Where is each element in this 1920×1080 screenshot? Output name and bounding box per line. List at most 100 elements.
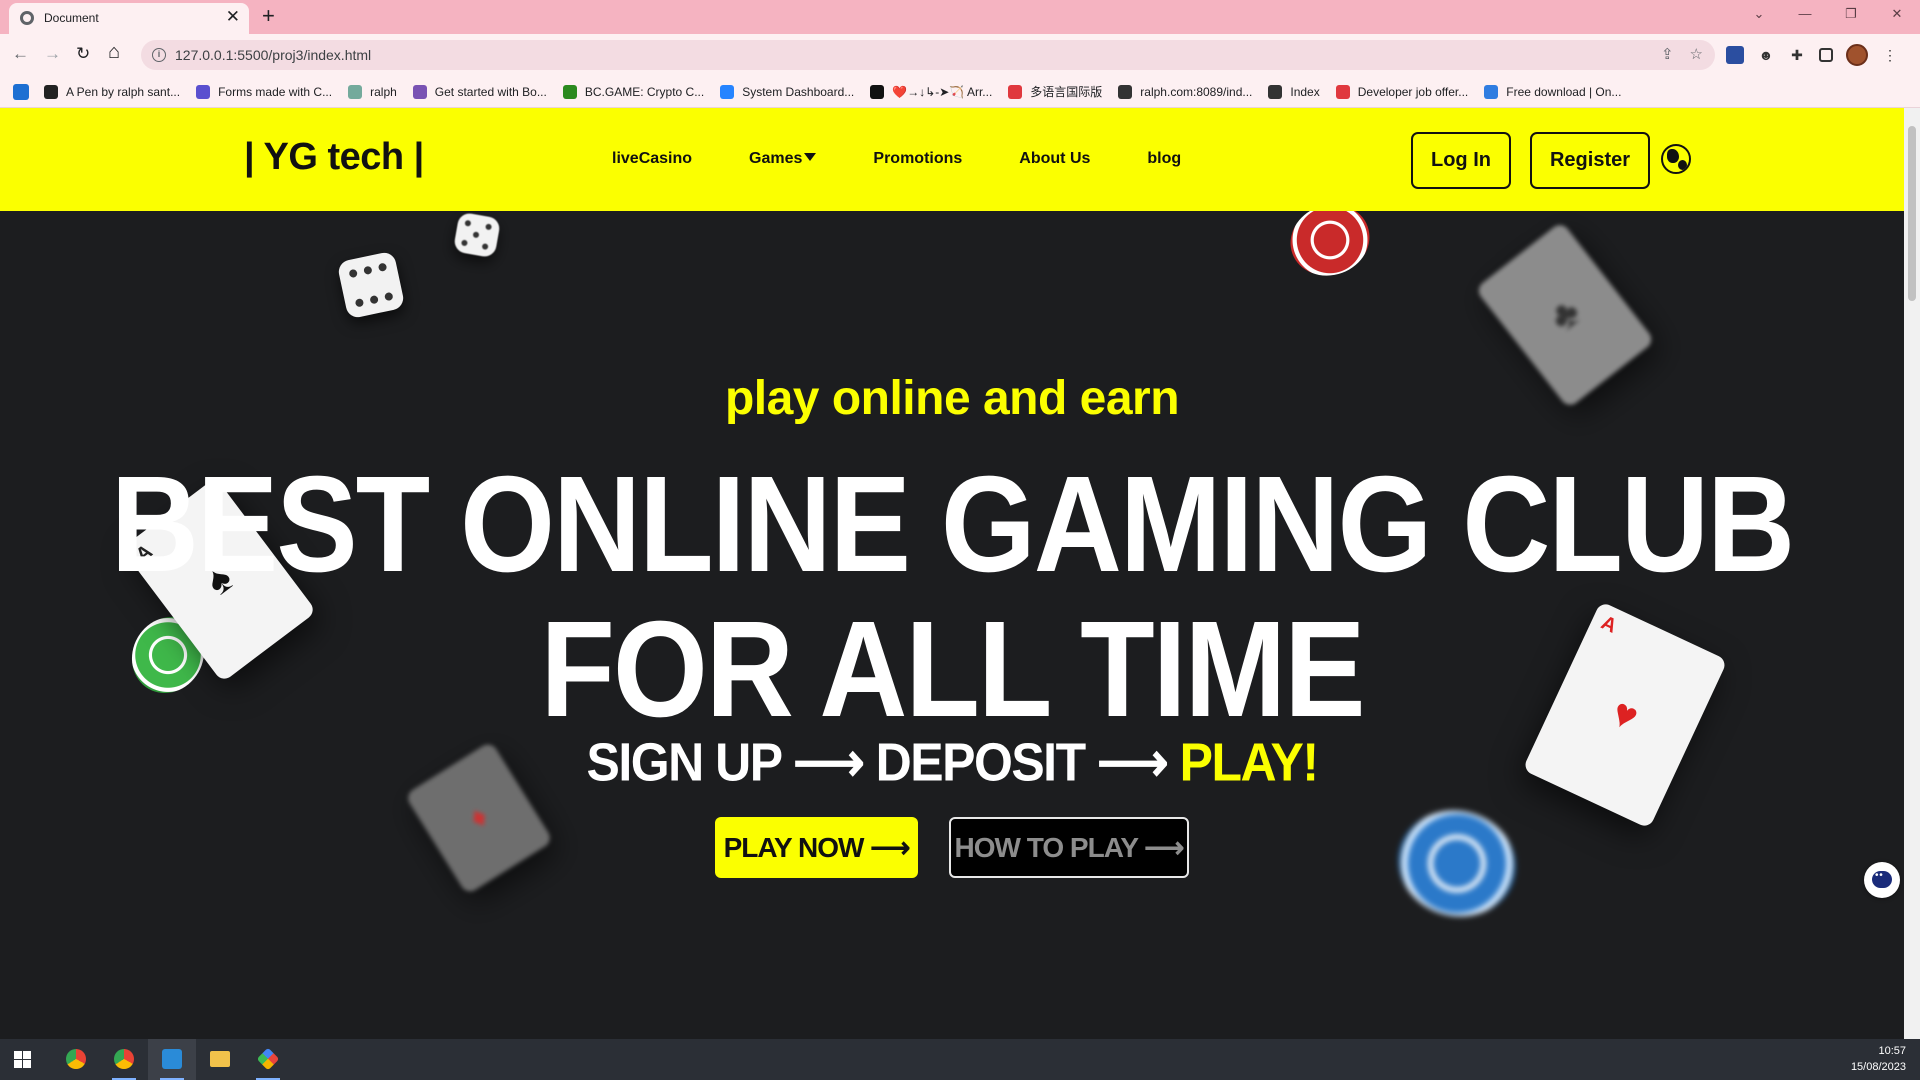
club-icon: ♣ <box>1541 289 1589 341</box>
bookmark-favicon-icon <box>348 84 363 99</box>
nav-games-label: Games <box>749 150 803 167</box>
steps-text: SIGN UP ⟶ DEPOSIT ⟶ <box>586 731 1180 793</box>
bookmark-item[interactable]: ralph <box>348 83 397 100</box>
taskbar-chrome-app[interactable] <box>52 1039 100 1080</box>
bookmark-favicon-icon <box>1008 84 1023 99</box>
chat-widget-button[interactable] <box>1864 862 1900 898</box>
blue-chip-decoration <box>1386 797 1528 930</box>
dice-decoration <box>452 211 502 259</box>
system-clock[interactable]: 10:57 15/08/2023 <box>1851 1043 1906 1075</box>
bookmark-item[interactable]: Get started with Bo... <box>412 83 547 100</box>
bookmark-favicon-icon <box>1484 84 1499 99</box>
taskbar-vscode-app[interactable] <box>148 1039 196 1080</box>
browser-toolbar: ← → ↻ ⌂ i 127.0.0.1:5500/proj3/index.htm… <box>0 34 1920 76</box>
play-now-button[interactable]: PLAY NOW ⟶ <box>715 817 918 878</box>
bookmark-label: Forms made with C... <box>218 84 333 99</box>
globe-icon[interactable] <box>1661 144 1691 174</box>
bookmark-favicon-icon <box>196 84 211 99</box>
side-panel-icon[interactable] <box>1819 48 1833 62</box>
close-window-button[interactable]: ✕ <box>1874 0 1920 30</box>
hero-headline-line-2: FOR ALL TIME <box>540 592 1365 746</box>
hero-headline-line-1: BEST ONLINE GAMING CLUB <box>110 447 1795 601</box>
forward-button[interactable]: → <box>44 44 61 64</box>
bookmark-label: ralph.com:8089/ind... <box>1140 84 1253 99</box>
nav-promotions[interactable]: Promotions <box>873 150 962 168</box>
minimize-button[interactable]: — <box>1782 0 1828 30</box>
back-button[interactable]: ← <box>12 44 29 64</box>
url-text[interactable]: 127.0.0.1:5500/proj3/index.html <box>175 47 371 63</box>
globe-icon <box>20 11 34 25</box>
caret-down-icon <box>804 153 817 161</box>
nav-live-casino[interactable]: liveCasino <box>612 150 692 168</box>
bookmark-item[interactable]: BC.GAME: Crypto C... <box>562 83 705 100</box>
alien-extension-icon[interactable]: ☻ <box>1757 46 1775 64</box>
bookmark-item[interactable]: ralph.com:8089/ind... <box>1118 83 1252 100</box>
reload-button[interactable]: ↻ <box>76 44 90 64</box>
profile-avatar[interactable] <box>1846 44 1868 66</box>
bookmark-item[interactable]: ❤️→↓↳-➤🏹 Arr... <box>870 83 992 100</box>
nav-games[interactable]: Games <box>749 150 817 168</box>
bookmark-item[interactable]: Forms made with C... <box>196 83 332 100</box>
bookmark-item[interactable]: System Dashboard... <box>720 83 854 100</box>
site-logo[interactable]: | YG tech | <box>244 136 424 179</box>
how-to-play-button[interactable]: HOW TO PLAY ⟶ <box>949 817 1189 878</box>
bookmark-item[interactable]: Developer job offer... <box>1335 83 1469 100</box>
trello-icon[interactable] <box>13 84 29 100</box>
bookmark-label: Free download | On... <box>1506 84 1622 99</box>
chrome-icon <box>66 1049 86 1069</box>
bookmark-favicon-icon <box>562 84 577 99</box>
register-button[interactable]: Register <box>1530 132 1650 189</box>
extension-icon[interactable] <box>1726 46 1744 64</box>
hero-steps: SIGN UP ⟶ DEPOSIT ⟶ PLAY! <box>0 731 1904 794</box>
bookmark-favicon-icon <box>1118 84 1133 99</box>
tab-title: Document <box>44 11 99 25</box>
bookmark-item[interactable]: Index <box>1268 83 1320 100</box>
windows-start-icon[interactable] <box>14 1051 31 1068</box>
tab-search-button[interactable]: ⌄ <box>1736 0 1782 30</box>
browser-tab[interactable]: Document ✕ <box>9 3 249 34</box>
chrome-icon <box>114 1049 134 1069</box>
hero-tagline: play online and earn <box>724 372 1180 425</box>
clock-date: 15/08/2023 <box>1850 1061 1906 1073</box>
bookmark-label: 多语言国际版 <box>1030 85 1103 99</box>
bookmark-favicon-icon <box>720 84 735 99</box>
bookmark-item[interactable]: Free download | On... <box>1484 83 1621 100</box>
site-info-icon[interactable]: i <box>152 48 166 62</box>
restore-button[interactable]: ❐ <box>1828 0 1874 30</box>
bookmarks-bar: A Pen by ralph sant... Forms made with C.… <box>0 76 1920 108</box>
bookmark-label: BC.GAME: Crypto C... <box>584 84 705 99</box>
taskbar-chrome-app-2[interactable] <box>100 1039 148 1080</box>
git-icon <box>256 1047 280 1071</box>
nav-about-us[interactable]: About Us <box>1019 150 1090 168</box>
puzzle-icon[interactable]: ✚ <box>1788 46 1806 64</box>
share-icon[interactable]: ⇪ <box>1661 45 1674 63</box>
close-tab-icon[interactable]: ✕ <box>226 8 240 26</box>
new-tab-button[interactable]: + <box>262 4 275 28</box>
nav-blog[interactable]: blog <box>1147 150 1181 168</box>
taskbar-git-app[interactable] <box>244 1039 292 1080</box>
main-nav: liveCasino Games Promotions About Us blo… <box>612 150 1181 168</box>
bookmark-label: Index <box>1290 84 1320 99</box>
bookmark-star-icon[interactable]: ☆ <box>1690 45 1703 63</box>
address-bar[interactable]: i 127.0.0.1:5500/proj3/index.html ⇪ ☆ <box>141 40 1715 70</box>
taskbar-file-explorer-app[interactable] <box>196 1039 244 1080</box>
site-header: | YG tech | liveCasino Games Promotions … <box>0 108 1904 211</box>
vscode-icon <box>162 1049 182 1069</box>
menu-kebab-icon[interactable]: ⋮ <box>1881 46 1899 64</box>
bookmark-list: A Pen by ralph sant... Forms made with C.… <box>44 83 1621 100</box>
bookmark-favicon-icon <box>870 84 885 99</box>
bookmark-favicon-icon <box>1268 84 1283 99</box>
bookmark-item[interactable]: 多语言国际版 <box>1008 83 1102 100</box>
bookmark-label: ❤️→↓↳-➤🏹 Arr... <box>892 84 993 99</box>
window-controls: ⌄ — ❐ ✕ <box>1736 0 1920 30</box>
hero-section: ♣ A ♠ A ♥ ♦ play online and earn BEST ON… <box>0 211 1904 1039</box>
bookmark-label: A Pen by ralph sant... <box>66 84 181 99</box>
scrollbar-thumb[interactable] <box>1908 126 1916 301</box>
bookmark-label: ralph <box>370 84 397 99</box>
page-scrollbar[interactable] <box>1904 108 1920 1040</box>
bookmark-label: Developer job offer... <box>1357 84 1469 99</box>
home-button[interactable]: ⌂ <box>108 42 120 62</box>
bookmark-item[interactable]: A Pen by ralph sant... <box>44 83 180 100</box>
login-button[interactable]: Log In <box>1411 132 1511 189</box>
red-chip-decoration <box>1280 211 1380 287</box>
